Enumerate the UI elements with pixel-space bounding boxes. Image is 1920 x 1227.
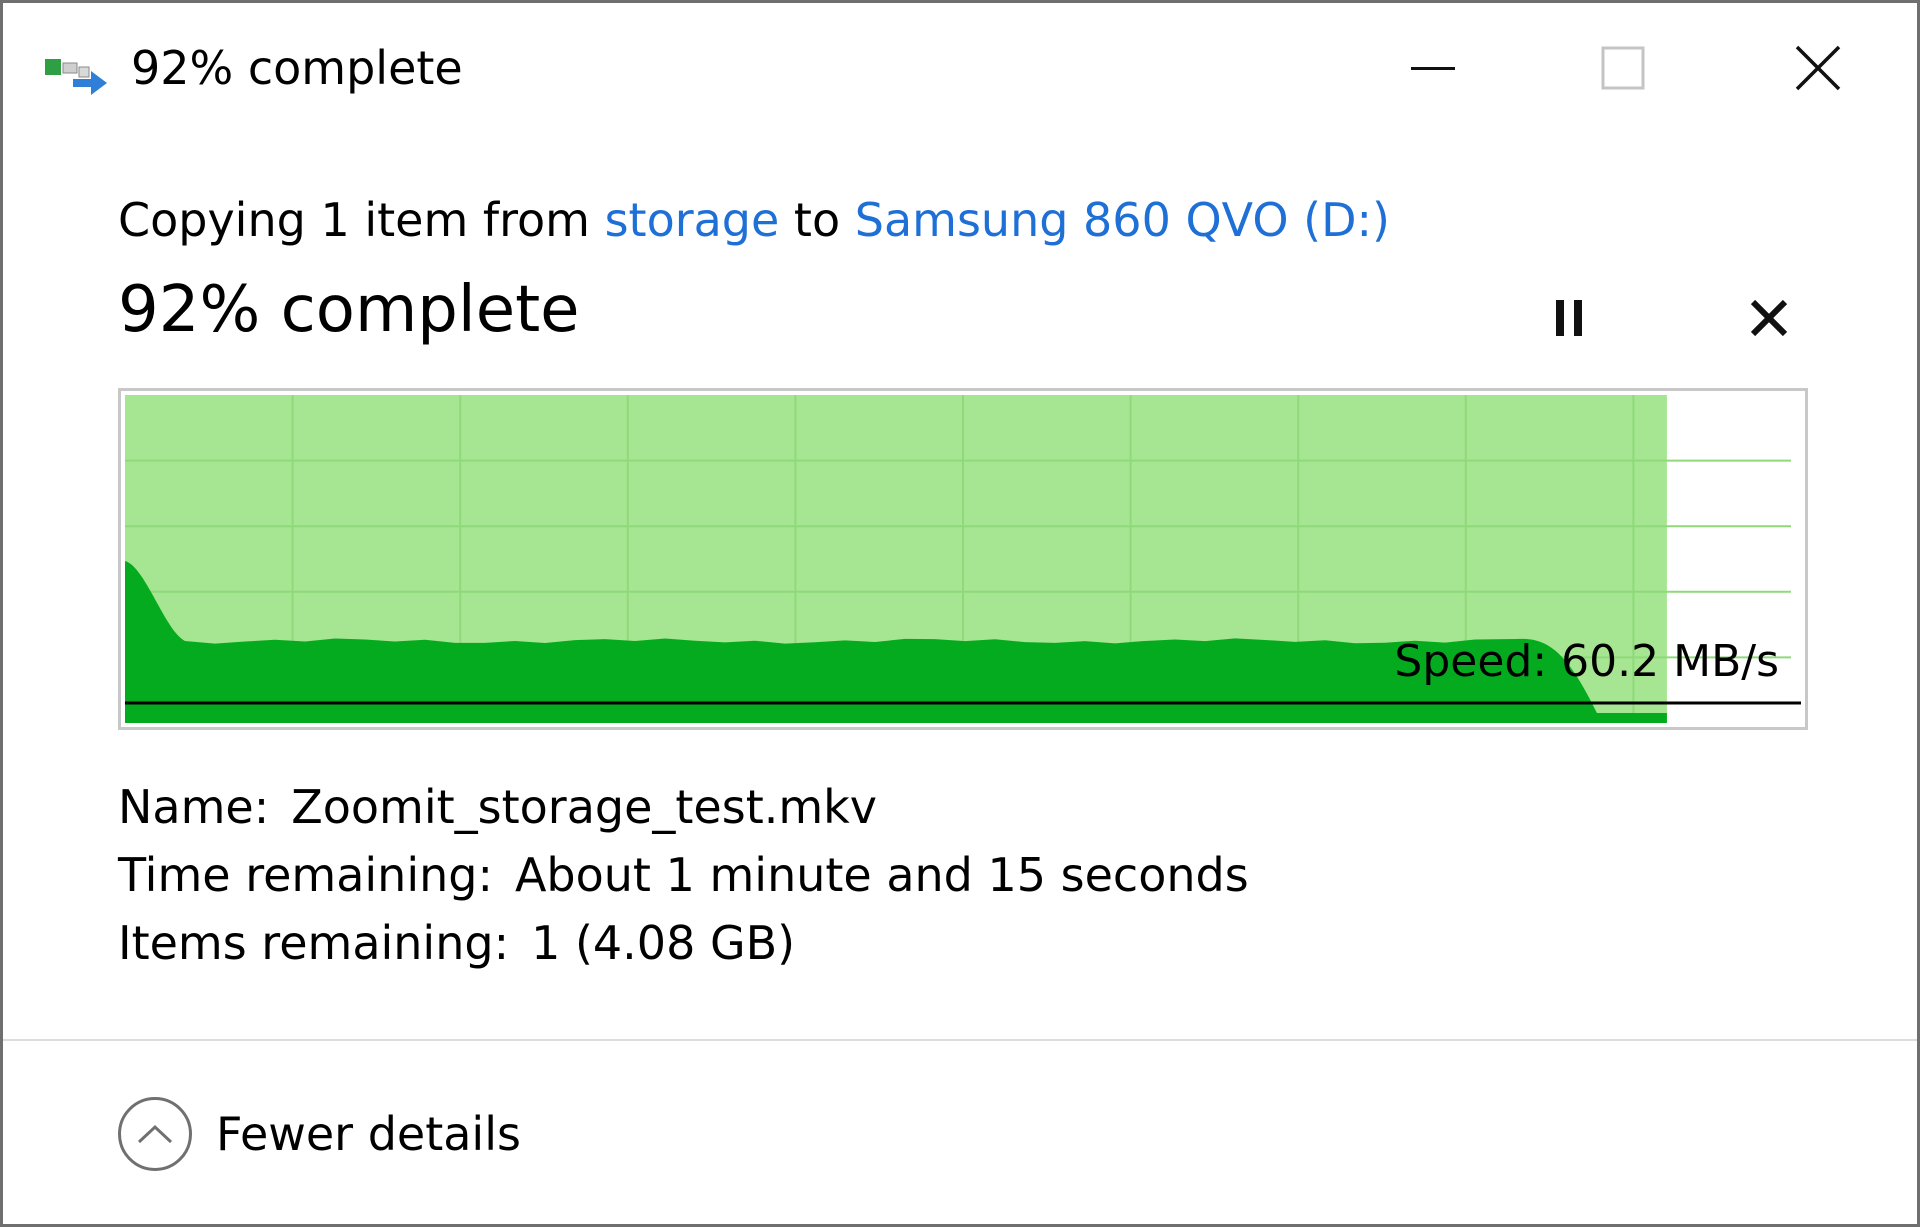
chevron-up-circle-icon bbox=[118, 1097, 192, 1171]
pause-icon bbox=[1556, 300, 1582, 336]
details-panel: Name: Zoomit_storage_test.mkv Time remain… bbox=[118, 773, 1249, 977]
pause-button[interactable] bbox=[1530, 278, 1610, 358]
progress-percent: 92% complete bbox=[118, 273, 580, 347]
name-value: Zoomit_storage_test.mkv bbox=[291, 780, 878, 834]
copy-files-icon bbox=[43, 53, 111, 97]
items-remaining-value: 1 (4.08 GB) bbox=[531, 916, 796, 970]
detail-name-row: Name: Zoomit_storage_test.mkv bbox=[118, 773, 1249, 841]
transfer-speed-graph: Speed: 60.2 MB/s bbox=[118, 388, 1808, 730]
destination-link[interactable]: Samsung 860 QVO (D:) bbox=[855, 193, 1390, 247]
speed-label: Speed: 60.2 MB/s bbox=[1394, 636, 1779, 687]
detail-items-row: Items remaining: 1 (4.08 GB) bbox=[118, 909, 1249, 977]
maximize-icon bbox=[1601, 46, 1645, 90]
copy-middle: to bbox=[779, 193, 855, 247]
name-label: Name: bbox=[118, 780, 270, 834]
close-icon bbox=[1795, 45, 1841, 91]
minimize-icon bbox=[1411, 67, 1455, 70]
title-bar[interactable]: 92% complete bbox=[3, 3, 1917, 138]
copy-dialog-window: 92% complete Copying 1 item from storage… bbox=[0, 0, 1920, 1227]
cancel-copy-button[interactable] bbox=[1729, 278, 1809, 358]
time-remaining-label: Time remaining: bbox=[118, 848, 493, 902]
fewer-details-label: Fewer details bbox=[216, 1107, 521, 1161]
window-title: 92% complete bbox=[131, 41, 463, 95]
copy-prefix: Copying 1 item from bbox=[118, 193, 605, 247]
copy-description: Copying 1 item from storage to Samsung 8… bbox=[118, 193, 1390, 247]
source-link[interactable]: storage bbox=[605, 193, 780, 247]
detail-time-row: Time remaining: About 1 minute and 15 sec… bbox=[118, 841, 1249, 909]
footer-divider bbox=[3, 1039, 1917, 1041]
minimize-button[interactable] bbox=[1373, 23, 1493, 113]
close-window-button[interactable] bbox=[1758, 23, 1878, 113]
maximize-button[interactable] bbox=[1563, 23, 1683, 113]
cancel-icon bbox=[1750, 299, 1788, 337]
fewer-details-button[interactable]: Fewer details bbox=[118, 1093, 521, 1175]
time-remaining-value: About 1 minute and 15 seconds bbox=[514, 848, 1249, 902]
items-remaining-label: Items remaining: bbox=[118, 916, 510, 970]
